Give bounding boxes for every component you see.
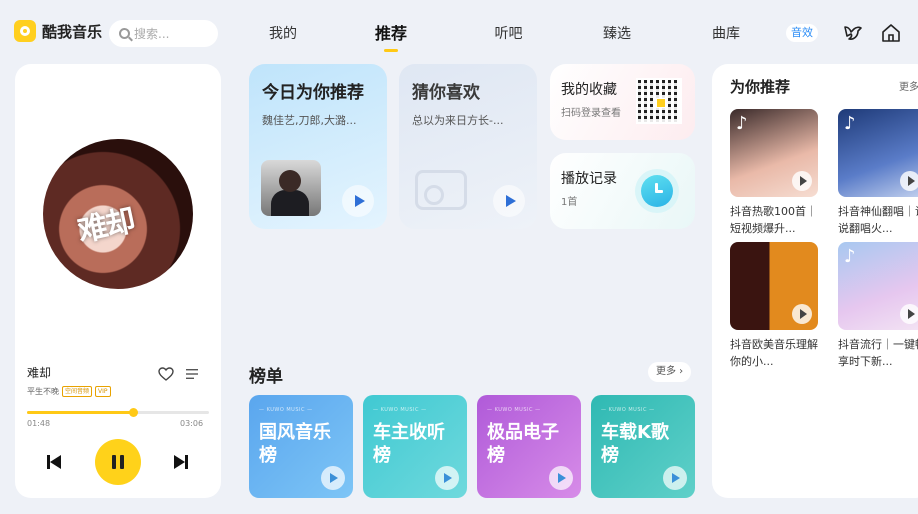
- previous-button[interactable]: [45, 453, 63, 471]
- vip-badge: VIP: [95, 386, 111, 397]
- play-icon[interactable]: [792, 171, 812, 191]
- qr-code-icon: [636, 78, 682, 124]
- spatial-audio-badge: 空间音频: [62, 386, 93, 397]
- song-artist: 平生不晚: [27, 387, 59, 396]
- tiktok-icon: ♪: [844, 113, 856, 134]
- album-art[interactable]: 难却: [43, 139, 193, 289]
- guess-you-like-card[interactable]: 猜你喜欢 总以为来日方长-...: [399, 64, 537, 229]
- play-icon[interactable]: [792, 304, 812, 324]
- song-title: 难却: [27, 366, 52, 380]
- tab-library[interactable]: 曲库: [683, 20, 769, 48]
- chart-guofeng[interactable]: — KUWO MUSIC — 国风音乐榜: [249, 395, 353, 498]
- tiktok-icon: ♪: [736, 113, 748, 134]
- chart-play-button[interactable]: [435, 466, 459, 490]
- playlist-cover: ♪: [730, 109, 818, 197]
- recommend-item[interactable]: 抖音欧美音乐理解你的小...: [730, 242, 818, 370]
- heart-icon[interactable]: [157, 365, 175, 383]
- playlist-cover: ♪: [838, 109, 918, 197]
- recommend-title: 为你推荐: [730, 78, 791, 96]
- playlist-cover: ♪: [838, 242, 918, 330]
- progress-knob[interactable]: [128, 408, 138, 417]
- search-icon: [119, 28, 130, 39]
- playlist-caption: 抖音热歌100首｜短视频爆升...: [730, 205, 817, 235]
- chart-play-button[interactable]: [663, 466, 687, 490]
- guess-subtitle: 总以为来日方长-...: [412, 114, 504, 127]
- nav-tabs: 我的 推荐 听吧 臻选 曲库: [250, 20, 769, 52]
- favorites-card[interactable]: 我的收藏 扫码登录查看: [550, 64, 695, 140]
- recommend-more-link[interactable]: 更多: [899, 78, 918, 93]
- favorites-title: 我的收藏: [561, 82, 617, 98]
- play-icon[interactable]: [900, 304, 918, 324]
- search-box[interactable]: [109, 20, 218, 47]
- chart-name: 国风音乐榜: [259, 422, 331, 466]
- guess-title: 猜你喜欢: [412, 83, 480, 103]
- guess-play-button[interactable]: [493, 185, 525, 217]
- playlist-caption: 抖音欧美音乐理解你的小...: [730, 338, 818, 368]
- home-icon[interactable]: [880, 22, 902, 44]
- clock-icon: [641, 175, 673, 207]
- album-art-lettering: 难却: [74, 203, 137, 250]
- chart-name: 车载K歌榜: [601, 422, 669, 466]
- recommend-item[interactable]: ♪ 抖音流行｜一键畅享时下新...: [838, 242, 918, 370]
- bird-icon[interactable]: [842, 22, 864, 44]
- tab-selected[interactable]: 臻选: [551, 20, 683, 48]
- daily-play-button[interactable]: [342, 185, 374, 217]
- song-artist-row: 平生不晚 空间音频 VIP: [27, 386, 111, 397]
- logo-icon: [14, 20, 36, 42]
- progress-bar[interactable]: [27, 408, 209, 417]
- chart-name: 极品电子榜: [487, 422, 559, 466]
- chart-tag: — KUWO MUSIC —: [373, 407, 427, 413]
- chart-play-button[interactable]: [549, 466, 573, 490]
- charts-section-title: 榜单: [249, 367, 283, 387]
- chart-tag: — KUWO MUSIC —: [487, 407, 541, 413]
- current-time: 01:48: [27, 419, 51, 428]
- chart-name: 车主收听榜: [373, 422, 445, 466]
- chart-tag: — KUWO MUSIC —: [259, 407, 313, 413]
- recommend-panel: 为你推荐 更多 ♪ 抖音热歌100首｜短视频爆升... ♪ 抖音神仙翻唱｜谁说翻…: [712, 64, 918, 498]
- progress-fill: [27, 411, 133, 414]
- tab-recommend[interactable]: 推荐: [316, 20, 466, 52]
- app-name: 酷我音乐: [42, 22, 103, 41]
- chart-car-karaoke[interactable]: — KUWO MUSIC — 车载K歌榜: [591, 395, 695, 498]
- tiktok-icon: ♪: [844, 246, 856, 267]
- radio-icon: [415, 170, 467, 210]
- search-input[interactable]: [134, 26, 214, 41]
- history-title: 播放记录: [561, 171, 617, 187]
- playlist-caption: 抖音神仙翻唱｜谁说翻唱火...: [838, 205, 918, 235]
- app-logo: 酷我音乐: [14, 20, 102, 42]
- favorites-subtitle: 扫码登录查看: [561, 108, 621, 119]
- pause-button[interactable]: [95, 439, 141, 485]
- chart-electronic[interactable]: — KUWO MUSIC — 极品电子榜: [477, 395, 581, 498]
- playlist-caption: 抖音流行｜一键畅享时下新...: [838, 338, 918, 368]
- tab-mine[interactable]: 我的: [250, 20, 316, 48]
- play-icon[interactable]: [900, 171, 918, 191]
- daily-title: 今日为你推荐: [262, 83, 364, 103]
- recommend-item[interactable]: ♪ 抖音热歌100首｜短视频爆升...: [730, 109, 818, 237]
- history-count: 1首: [561, 197, 578, 208]
- history-card[interactable]: 播放记录 1首: [550, 153, 695, 229]
- recommend-item[interactable]: ♪ 抖音神仙翻唱｜谁说翻唱火...: [838, 109, 918, 237]
- next-button[interactable]: [172, 453, 190, 471]
- total-time: 03:06: [180, 419, 204, 428]
- tab-listen[interactable]: 听吧: [466, 20, 551, 48]
- now-playing-panel: 难却 难却 平生不晚 空间音频 VIP 01:48 03:06: [15, 64, 221, 498]
- daily-subtitle: 魏佳艺,刀郎,大潞...: [262, 114, 357, 127]
- daily-recommend-card[interactable]: 今日为你推荐 魏佳艺,刀郎,大潞...: [249, 64, 387, 229]
- chart-tag: — KUWO MUSIC —: [601, 407, 655, 413]
- daily-cover-image: [261, 160, 321, 216]
- chart-play-button[interactable]: [321, 466, 345, 490]
- sound-effect-button[interactable]: 音效: [786, 24, 818, 42]
- playlist-cover: [730, 242, 818, 330]
- chart-car-owner[interactable]: — KUWO MUSIC — 车主收听榜: [363, 395, 467, 498]
- playlist-icon[interactable]: [186, 367, 200, 381]
- charts-more-button[interactable]: 更多 ›: [648, 362, 692, 382]
